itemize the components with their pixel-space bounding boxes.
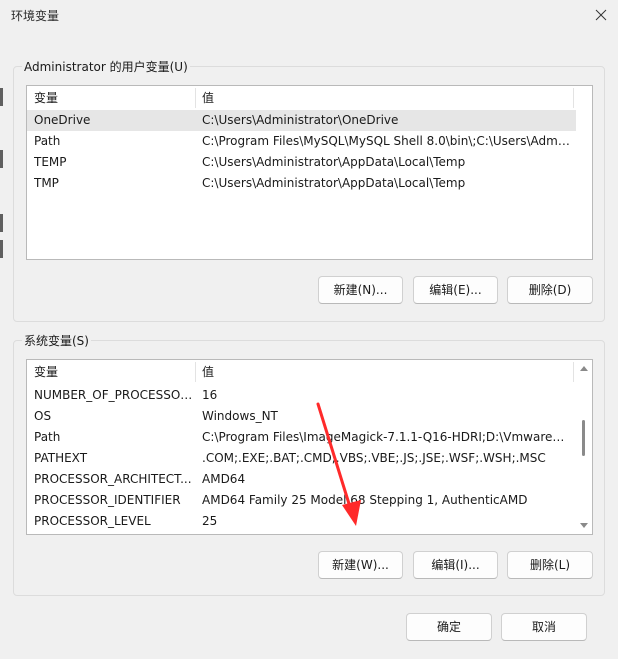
variable-value-cell: C:\Users\Administrator\AppData\Local\Tem…	[202, 155, 466, 169]
variable-value-cell: C:\Program Files\MySQL\MySQL Shell 8.0\b…	[202, 134, 570, 148]
system-variables-list-header: 变量 值	[27, 360, 576, 384]
cancel-button[interactable]: 取消	[501, 613, 587, 641]
variable-name-cell: PROCESSOR_IDENTIFIER	[34, 493, 181, 507]
scroll-thumb[interactable]	[582, 420, 585, 456]
system-new-button[interactable]: 新建(W)...	[318, 551, 403, 579]
variable-name-cell: Path	[34, 430, 61, 444]
column-divider[interactable]	[573, 362, 574, 382]
system-edit-button[interactable]: 编辑(I)...	[413, 551, 498, 579]
variable-name-cell: PROCESSOR_LEVEL	[34, 514, 151, 528]
user-variables-rows: OneDrive C:\Users\Administrator\OneDrive P…	[27, 110, 576, 194]
variable-value-cell: .COM;.EXE;.BAT;.CMD;.VBS;.VBE;.JS;.JSE;.…	[202, 451, 546, 465]
table-row[interactable]: TEMP C:\Users\Administrator\AppData\Local…	[27, 152, 576, 173]
variable-name-cell: NUMBER_OF_PROCESSORS	[34, 388, 194, 402]
variable-name-cell: TEMP	[34, 155, 67, 169]
table-row[interactable]: PATHEXT .COM;.EXE;.BAT;.CMD;.VBS;.VBE;.JS…	[27, 448, 576, 469]
column-header-value[interactable]: 值	[195, 360, 573, 384]
table-row[interactable]: PROCESSOR_LEVEL 25	[27, 511, 576, 532]
variable-value-cell: C:\Program Files\ImageMagick-7.1.1-Q16-H…	[202, 430, 570, 444]
user-variables-list[interactable]: 变量 值 OneDrive C:\Users\Administrator\OneD…	[26, 85, 593, 260]
table-row[interactable]: OneDrive C:\Users\Administrator\OneDrive	[27, 110, 576, 131]
user-variables-group-label: Administrator 的用户变量(U)	[22, 58, 190, 75]
variable-name-cell: OS	[34, 409, 52, 423]
column-divider[interactable]	[573, 88, 574, 108]
table-row[interactable]: OS Windows_NT	[27, 406, 576, 427]
variable-value-cell: AMD64 Family 25 Model 68 Stepping 1, Aut…	[202, 493, 528, 507]
variable-name-cell: TMP	[34, 176, 59, 190]
environment-variables-dialog: 环境变量 Administrator 的用户变量(U) 变量 值 OneDriv…	[0, 0, 618, 659]
close-button[interactable]	[590, 4, 612, 26]
table-row[interactable]: PROCESSOR_IDENTIFIER AMD64 Family 25 Mode…	[27, 490, 576, 511]
variable-value-cell: 25	[202, 514, 218, 528]
variable-name-cell: PROCESSOR_ARCHITECT...	[34, 472, 192, 486]
variable-name-cell: OneDrive	[34, 113, 91, 127]
system-variables-rows: NUMBER_OF_PROCESSORS 16 OS Windows_NT Path C:…	[27, 385, 576, 532]
user-edit-button[interactable]: 编辑(E)...	[413, 276, 498, 304]
system-variables-list[interactable]: 变量 值 NUMBER_OF_PROCESSORS 16 OS Windows_NT P…	[26, 359, 593, 535]
column-header-value[interactable]: 值	[195, 86, 573, 110]
table-row[interactable]: NUMBER_OF_PROCESSORS 16	[27, 385, 576, 406]
user-variables-group: Administrator 的用户变量(U) 变量 值 OneDrive C:\U…	[13, 58, 605, 322]
background-window-edge	[0, 240, 3, 258]
variable-value-cell: 16	[202, 388, 218, 402]
background-window-edge	[0, 150, 3, 168]
user-new-button[interactable]: 新建(N)...	[318, 276, 403, 304]
table-row[interactable]: TMP C:\Users\Administrator\AppData\Local\…	[27, 173, 576, 194]
user-delete-button[interactable]: 删除(D)	[507, 276, 593, 304]
title-bar[interactable]: 环境变量	[0, 0, 618, 30]
system-delete-button[interactable]: 删除(L)	[507, 551, 593, 579]
variable-value-cell: AMD64	[202, 472, 246, 486]
background-window-edge	[0, 88, 3, 106]
column-header-variable[interactable]: 变量	[27, 360, 195, 384]
table-row[interactable]: Path C:\Program Files\MySQL\MySQL Shell 8…	[27, 131, 576, 152]
column-header-variable[interactable]: 变量	[27, 86, 195, 110]
scroll-down-arrow-icon[interactable]	[580, 523, 588, 528]
user-variables-list-header: 变量 值	[27, 86, 576, 110]
scroll-up-arrow-icon[interactable]	[580, 366, 588, 371]
system-variables-group-label: 系统变量(S)	[22, 332, 91, 349]
close-icon	[595, 9, 607, 21]
table-row[interactable]: PROCESSOR_ARCHITECT... AMD64	[27, 469, 576, 490]
table-row[interactable]: Path C:\Program Files\ImageMagick-7.1.1-Q…	[27, 427, 576, 448]
background-window-edge	[0, 214, 3, 232]
variable-value-cell: Windows_NT	[202, 409, 278, 423]
system-variables-group: 系统变量(S) 变量 值 NUMBER_OF_PROCESSORS 16 OS Win…	[13, 332, 605, 596]
variable-value-cell: C:\Users\Administrator\OneDrive	[202, 113, 399, 127]
ok-button[interactable]: 确定	[406, 613, 492, 641]
variable-name-cell: Path	[34, 134, 61, 148]
variable-value-cell: C:\Users\Administrator\AppData\Local\Tem…	[202, 176, 466, 190]
variable-name-cell: PATHEXT	[34, 451, 88, 465]
window-title: 环境变量	[11, 9, 60, 23]
system-variables-scrollbar[interactable]	[576, 360, 592, 534]
